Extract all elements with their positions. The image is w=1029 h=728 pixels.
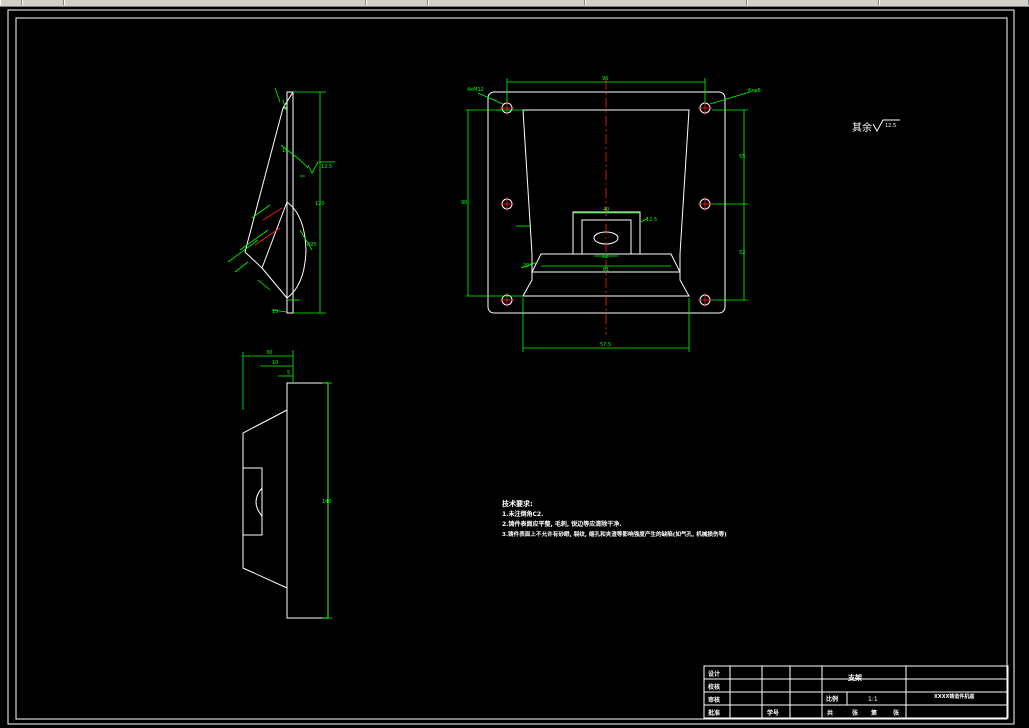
title-scale-value: 1:1 [868, 696, 878, 703]
roughness-note-text: 其余 [852, 121, 872, 134]
title-row-label: 批准 [708, 709, 720, 717]
technical-notes: 技术要求: 1.未注倒角C2. 2.铸件表面应平整, 毛刺, 锐边等应清除干净.… [502, 499, 727, 538]
bottom-dim-height: 140 [322, 499, 332, 505]
title-scale-label: 比例 [826, 695, 838, 703]
title-drawing-no: XXXX铸造件机座 [934, 693, 974, 700]
side-view: 120 15 12.5 R25 15 [227, 87, 335, 315]
title-row-label: 审核 [708, 696, 720, 704]
front-dim-bottom: 57.5 [600, 342, 611, 348]
front-angle-label: 20° [523, 263, 532, 269]
title-footer: 共 [827, 709, 833, 717]
front-dim-slot-small: 12 [602, 254, 608, 260]
outer-border [7, 9, 1015, 725]
front-hole-callout-left: 4xM12 [467, 87, 484, 93]
title-footer: 第 [870, 709, 877, 717]
front-dim-top: 96 [602, 76, 608, 82]
side-roughness-value: 12.5 [321, 164, 332, 170]
front-dim-left: 90 [461, 200, 467, 206]
front-view-slot [572, 211, 641, 255]
notes-line: 1.未注倒角C2. [502, 510, 543, 518]
front-view: 96 4xM12 6xφ6 90 55 52 57.5 40 12.5 12 8… [461, 76, 761, 352]
front-dim-slot: 40 [603, 207, 609, 213]
title-footer: 张 [893, 709, 900, 717]
front-dim-slot-base: 81 [603, 267, 609, 273]
bottom-view: 30 10 5 140 [242, 350, 332, 619]
front-dim-right-upper: 55 [739, 154, 745, 160]
bottom-dim-mid: 10 [272, 360, 278, 366]
bottom-dim-total: 30 [266, 350, 272, 356]
title-part-name: 支架 [847, 673, 862, 682]
title-record-no: 学号 [767, 709, 779, 717]
title-row-label: 校核 [708, 683, 720, 691]
cad-drawing-canvas[interactable]: 120 15 12.5 R25 15 30 10 5 140 96 4xM12 … [0, 0, 1029, 728]
notes-line: 3.铸件表面上不允许有砂眼, 裂纹, 缩孔和夹渣等影响强度产生的缺陷(如气孔, … [502, 530, 727, 538]
side-dim-radius: R25 [307, 242, 317, 248]
title-row-label: 设计 [708, 670, 720, 678]
front-dim-right-lower: 52 [739, 250, 745, 256]
roughness-note-value: 12.5 [885, 123, 896, 129]
side-dim-bottom: 15 [272, 309, 278, 315]
notes-line: 2.铸件表面应平整, 毛刺, 锐边等应清除干净. [502, 520, 621, 528]
front-hole-callout-right: 6xφ6 [748, 88, 761, 94]
side-dim-small: 15 [282, 148, 288, 154]
roughness-note: 其余 12.5 [852, 119, 900, 134]
notes-title: 技术要求: [502, 499, 533, 508]
title-footer: 张 [852, 709, 859, 717]
title-block: 设计 校核 审核 批准 学号 支架 比例 1:1 XXXX铸造件机座 共 张 第… [703, 665, 1009, 719]
bottom-dim-small: 5 [287, 370, 290, 376]
side-view-arc [286, 201, 307, 299]
front-surface-label: 12.5 [646, 217, 657, 223]
side-dim-height: 120 [315, 201, 325, 207]
